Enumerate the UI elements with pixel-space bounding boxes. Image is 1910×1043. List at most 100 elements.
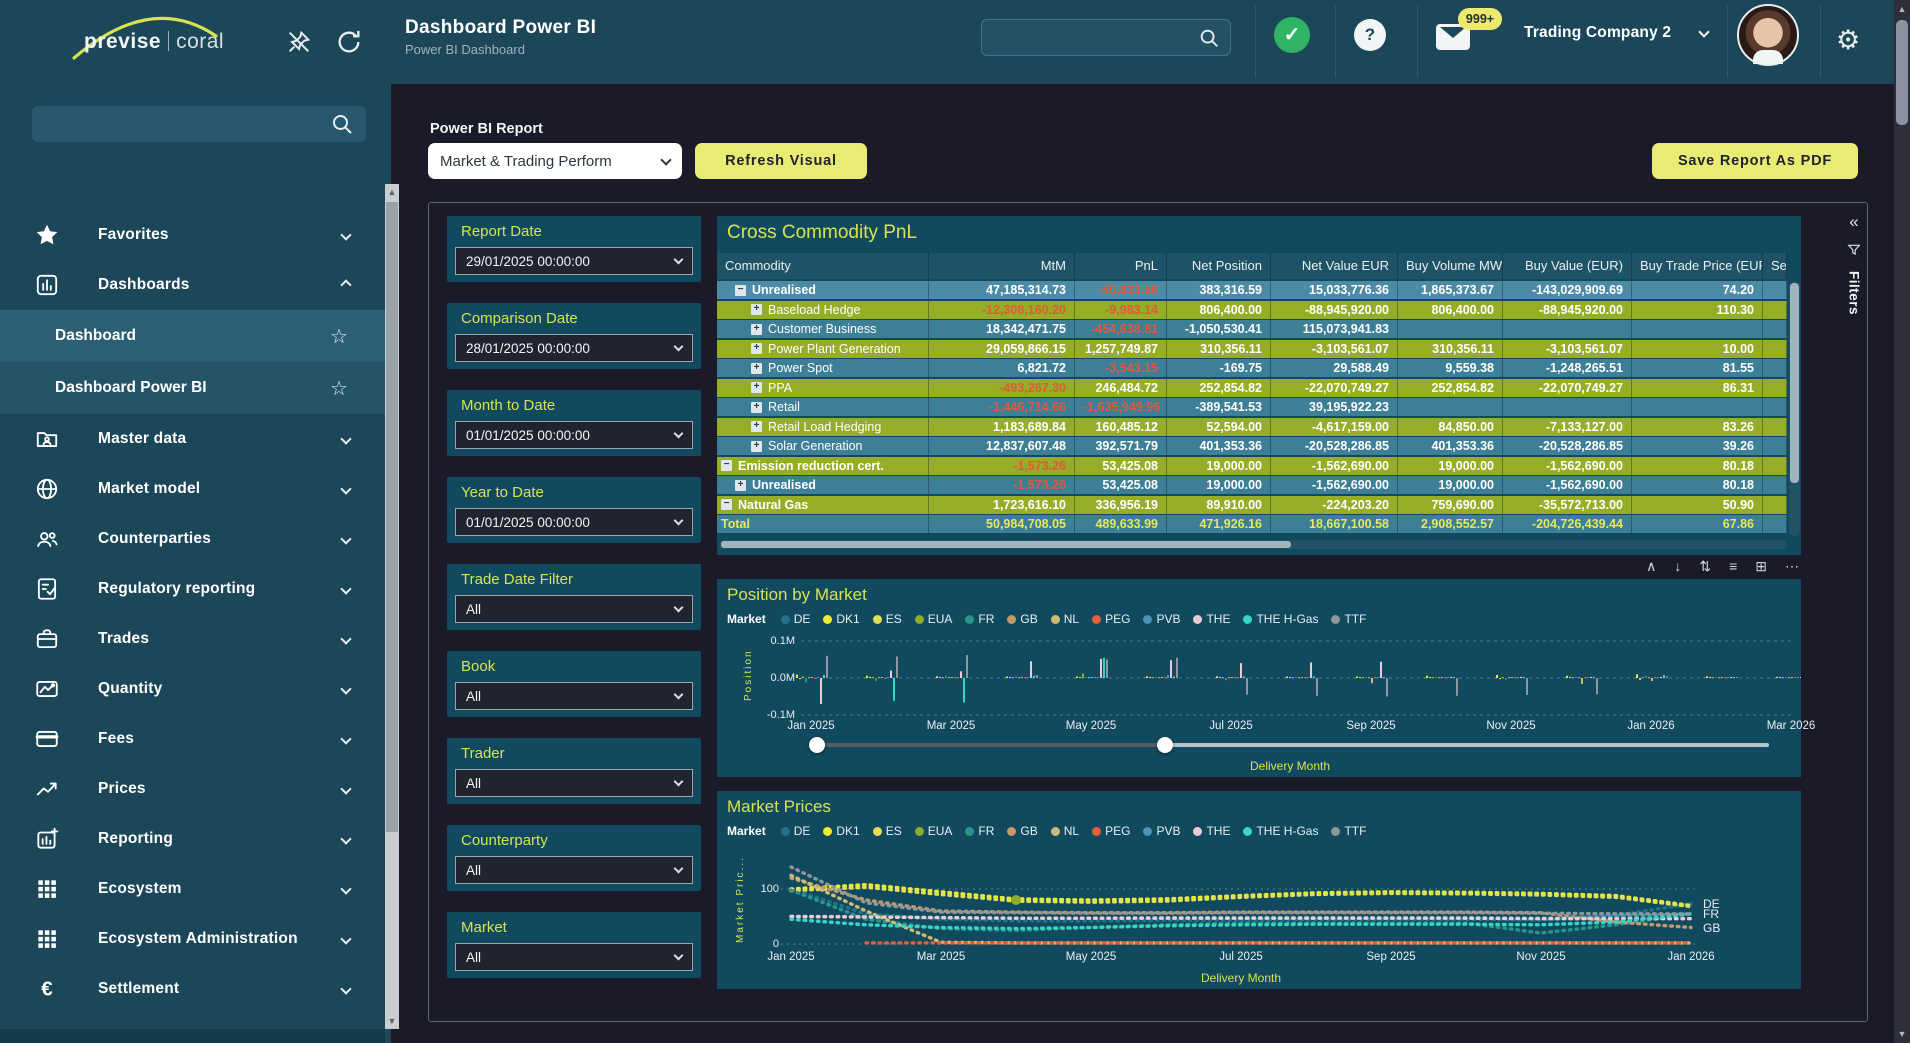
- page-scrollbar[interactable]: ▲ ▼: [1894, 0, 1910, 1043]
- page-scrollbar-thumb[interactable]: [1896, 20, 1908, 125]
- expand-row-icon[interactable]: +: [751, 382, 762, 393]
- sidebar-item-fees[interactable]: Fees: [0, 714, 385, 764]
- chevron-down-icon[interactable]: [340, 483, 351, 494]
- star-outline-icon[interactable]: ☆: [330, 324, 348, 349]
- sidebar-item-dashboards[interactable]: Dashboards: [0, 260, 385, 310]
- expand-row-icon[interactable]: +: [751, 304, 762, 315]
- table-row[interactable]: +Power Spot6,821.72-3,543.15-169.7529,58…: [717, 359, 1787, 377]
- report-select[interactable]: Market & Trading Perform: [428, 143, 682, 179]
- sidebar-item-settlement[interactable]: € Settlement: [0, 964, 385, 1014]
- collapse-pane-icon[interactable]: «: [1849, 215, 1858, 229]
- star-outline-icon[interactable]: ☆: [330, 376, 348, 401]
- chevron-down-icon[interactable]: [340, 633, 351, 644]
- column-header[interactable]: Buy Value (EUR): [1503, 253, 1632, 279]
- sidebar-scrollbar[interactable]: ▲ ▼: [385, 184, 399, 1029]
- chevron-down-icon[interactable]: [340, 229, 351, 240]
- chevron-down-icon[interactable]: [340, 683, 351, 694]
- scroll-down-icon[interactable]: ▼: [385, 1016, 399, 1026]
- global-search[interactable]: [981, 19, 1231, 56]
- pin-visual-icon[interactable]: ∧: [1646, 558, 1656, 575]
- chevron-down-icon[interactable]: [340, 933, 351, 944]
- global-search-input[interactable]: [992, 30, 1198, 46]
- filter-select[interactable]: 29/01/2025 00:00:00: [455, 247, 693, 275]
- table-row[interactable]: −Unrealised47,185,314.73-40,823.56383,31…: [717, 281, 1787, 299]
- sidebar-search-input[interactable]: [44, 116, 330, 132]
- refresh-visual-button[interactable]: Refresh Visual: [695, 143, 867, 179]
- filter-select[interactable]: 28/01/2025 00:00:00: [455, 334, 693, 362]
- table-vscroll-thumb[interactable]: [1790, 283, 1799, 483]
- filter-select[interactable]: 01/01/2025 00:00:00: [455, 421, 693, 449]
- chevron-down-icon[interactable]: [340, 533, 351, 544]
- unpin-sidebar-icon[interactable]: [285, 28, 313, 56]
- filters-pane-label[interactable]: Filters: [1847, 271, 1862, 315]
- table-row[interactable]: +Baseload Hedge-12,308,160.20-9,983.1480…: [717, 301, 1787, 319]
- chevron-down-icon[interactable]: [340, 583, 351, 594]
- table-row[interactable]: +Retail-1,446,714.66-1,635,949.96-389,54…: [717, 398, 1787, 416]
- table-row[interactable]: Total50,984,708.05489,633.99471,926.1618…: [717, 515, 1787, 533]
- table-row[interactable]: +Retail Load Hedging1,183,689.84160,485.…: [717, 418, 1787, 436]
- save-report-pdf-button[interactable]: Save Report As PDF: [1652, 143, 1858, 179]
- sort-icon[interactable]: ⇅: [1699, 558, 1711, 575]
- filter-select[interactable]: All: [455, 856, 693, 884]
- filter-select[interactable]: All: [455, 682, 693, 710]
- sidebar-scrollbar-thumb[interactable]: [386, 202, 398, 832]
- filter-select[interactable]: All: [455, 769, 693, 797]
- table-vertical-scrollbar[interactable]: [1789, 281, 1800, 536]
- table-row[interactable]: +Power Plant Generation29,059,866.151,25…: [717, 340, 1787, 358]
- funnel-icon[interactable]: [1847, 243, 1861, 257]
- column-header[interactable]: Buy Volume MWh: [1398, 253, 1503, 279]
- sidebar-item-prices[interactable]: Prices: [0, 764, 385, 814]
- table-row[interactable]: +PPA-493,267.30246,484.72252,854.82-22,0…: [717, 379, 1787, 397]
- slider-handle-left[interactable]: [809, 737, 825, 753]
- filter-lines-icon[interactable]: ≡: [1729, 558, 1737, 575]
- chevron-up-icon[interactable]: [340, 279, 351, 290]
- column-header[interactable]: Net Position: [1167, 253, 1271, 279]
- filter-select[interactable]: All: [455, 943, 693, 971]
- table-horizontal-scrollbar[interactable]: [719, 540, 1787, 549]
- chevron-down-icon[interactable]: [340, 433, 351, 444]
- chevron-down-icon[interactable]: [340, 983, 351, 994]
- chevron-down-icon[interactable]: [340, 883, 351, 894]
- sidebar-subitem-dashboard[interactable]: Dashboard ☆: [0, 310, 385, 362]
- chevron-down-icon[interactable]: [340, 833, 351, 844]
- position-chart[interactable]: [717, 579, 1801, 777]
- table-row[interactable]: +Solar Generation12,837,607.48392,571.79…: [717, 437, 1787, 455]
- collapse-row-icon[interactable]: −: [721, 460, 732, 471]
- table-row[interactable]: +Unrealised-1,573.2653,425.0819,000.00-1…: [717, 476, 1787, 494]
- table-row[interactable]: −Natural Gas1,723,616.10336,956.1989,910…: [717, 496, 1787, 514]
- expand-row-icon[interactable]: +: [751, 441, 762, 452]
- scroll-up-icon[interactable]: ▲: [385, 187, 399, 197]
- sidebar-item-ecosystem[interactable]: Ecosystem: [0, 864, 385, 914]
- help-icon[interactable]: ?: [1354, 19, 1386, 51]
- collapse-row-icon[interactable]: −: [735, 285, 746, 296]
- sidebar-subitem-dashboard-power-bi[interactable]: Dashboard Power BI ☆: [0, 362, 385, 414]
- expand-row-icon[interactable]: +: [751, 343, 762, 354]
- column-header[interactable]: Net Value EUR: [1271, 253, 1398, 279]
- app-logo[interactable]: previsecoral: [62, 18, 292, 70]
- expand-row-icon[interactable]: +: [751, 402, 762, 413]
- focus-mode-icon[interactable]: ⊞: [1755, 558, 1767, 575]
- slider-track[interactable]: [1165, 743, 1769, 747]
- expand-row-icon[interactable]: +: [751, 421, 762, 432]
- chevron-down-icon[interactable]: [1698, 26, 1709, 37]
- filter-select[interactable]: All: [455, 595, 693, 623]
- company-selector[interactable]: Trading Company 2: [1524, 24, 1671, 42]
- collapse-row-icon[interactable]: −: [721, 499, 732, 510]
- expand-row-icon[interactable]: +: [751, 363, 762, 374]
- refresh-icon[interactable]: [335, 28, 363, 56]
- sidebar-item-master-data[interactable]: Master data: [0, 414, 385, 464]
- scroll-down-icon[interactable]: ▼: [1894, 1029, 1910, 1039]
- status-check-icon[interactable]: ✓: [1274, 17, 1310, 53]
- sidebar-search[interactable]: [32, 106, 366, 142]
- expand-row-icon[interactable]: +: [735, 480, 746, 491]
- user-avatar[interactable]: [1737, 4, 1799, 66]
- table-hscroll-thumb[interactable]: [721, 541, 1291, 548]
- sidebar-item-quantity[interactable]: Quantity: [0, 664, 385, 714]
- expand-row-icon[interactable]: +: [751, 324, 762, 335]
- column-header[interactable]: Commodity: [717, 253, 929, 279]
- filter-select[interactable]: 01/01/2025 00:00:00: [455, 508, 693, 536]
- slider-handle-right[interactable]: [1157, 737, 1173, 753]
- table-row[interactable]: −Emission reduction cert.-1,573.2653,425…: [717, 457, 1787, 475]
- column-header[interactable]: MtM: [929, 253, 1075, 279]
- sidebar-item-trades[interactable]: Trades: [0, 614, 385, 664]
